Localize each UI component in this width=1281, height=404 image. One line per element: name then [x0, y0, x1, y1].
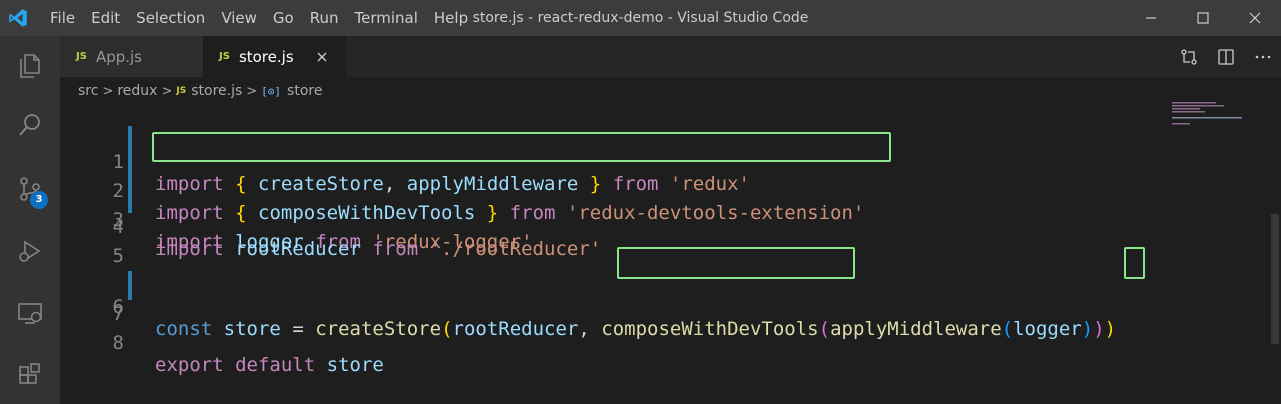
code-line: 3 import logger from 'redux-logger': [60, 162, 1160, 253]
tab-label: App.js: [95, 47, 142, 66]
variable-symbol-icon: [⊙]: [261, 84, 282, 98]
extensions-button[interactable]: [0, 348, 60, 402]
js-file-icon: JS: [76, 51, 87, 62]
chevron-right-icon: >: [246, 83, 258, 99]
code-line: 5: [60, 220, 1160, 267]
menu-bar: File Edit Selection View Go Run Terminal…: [42, 0, 476, 36]
title-bar: File Edit Selection View Go Run Terminal…: [0, 0, 1281, 36]
code-line: 1 import { createStore, applyMiddleware …: [60, 104, 1160, 195]
activity-bar: 3: [0, 36, 60, 404]
menu-help[interactable]: Help: [426, 0, 476, 36]
line-number: 8: [112, 332, 124, 354]
chevron-right-icon: >: [102, 83, 114, 99]
minimap[interactable]: [1170, 100, 1270, 130]
token-identifier: store: [326, 354, 384, 376]
remote-explorer-icon: [18, 303, 42, 324]
scrollbar-thumb[interactable]: [1271, 214, 1279, 344]
run-debug-button[interactable]: [0, 224, 60, 278]
breadcrumb-item-src[interactable]: src: [78, 83, 98, 99]
vscode-logo-icon: [0, 0, 36, 36]
tab-close-button[interactable]: [314, 49, 330, 65]
minimap-preview: [1172, 102, 1242, 125]
menu-go[interactable]: Go: [265, 0, 302, 36]
breadcrumb-item-symbol[interactable]: store: [287, 83, 322, 99]
explorer-button[interactable]: [0, 38, 60, 92]
breadcrumb: src > redux > JS store.js > [⊙] store: [78, 80, 322, 102]
menu-file[interactable]: File: [42, 0, 83, 36]
editor-actions: [1170, 36, 1281, 77]
compare-changes-icon: [1180, 48, 1197, 65]
menu-run[interactable]: Run: [302, 0, 347, 36]
extensions-icon: [19, 363, 40, 384]
js-file-icon: JS: [176, 86, 187, 96]
remote-explorer-button[interactable]: [0, 286, 60, 340]
search-view-button[interactable]: [0, 98, 60, 152]
close-window-button[interactable]: [1229, 0, 1281, 36]
split-editor-icon: [1217, 48, 1234, 65]
minimize-icon: [1146, 17, 1156, 19]
code-editor[interactable]: 1 import { createStore, applyMiddleware …: [60, 104, 1281, 404]
menu-terminal[interactable]: Terminal: [347, 0, 426, 36]
window-controls: [1125, 0, 1281, 36]
run-debug-icon: [19, 240, 41, 262]
open-changes-button[interactable]: [1170, 36, 1207, 77]
close-icon: [317, 52, 327, 61]
vertical-scrollbar[interactable]: [1269, 100, 1281, 404]
tab-bar: JS App.js JS store.js: [60, 36, 1281, 77]
code-line: 2 import { composeWithDevTools } from 'r…: [60, 133, 1160, 224]
close-icon: [1249, 12, 1261, 24]
chevron-right-icon: >: [161, 83, 173, 99]
tab-app-js[interactable]: JS App.js: [60, 36, 203, 77]
menu-selection[interactable]: Selection: [128, 0, 213, 36]
js-file-icon: JS: [219, 51, 230, 62]
menu-view[interactable]: View: [213, 0, 265, 36]
menu-edit[interactable]: Edit: [83, 0, 128, 36]
line-content: export default store: [155, 351, 384, 380]
files-icon: [20, 54, 40, 78]
token-keyword: export: [155, 354, 224, 376]
maximize-button[interactable]: [1177, 0, 1229, 36]
breadcrumb-item-file[interactable]: store.js: [191, 83, 242, 99]
breadcrumb-item-redux[interactable]: redux: [117, 83, 157, 99]
source-control-badge: 3: [30, 191, 48, 209]
code-line: 8 export default store: [60, 307, 1160, 376]
split-editor-button[interactable]: [1207, 36, 1244, 77]
code-line: 4 import rootReducer from './rootReducer…: [60, 191, 1160, 260]
ellipsis-icon: [1255, 55, 1270, 58]
more-actions-button[interactable]: [1244, 36, 1281, 77]
code-line: 6 const store = createStore(rootReducer,…: [60, 249, 1160, 340]
source-control-button[interactable]: 3: [0, 162, 60, 216]
search-icon: [19, 114, 40, 136]
minimize-button[interactable]: [1125, 0, 1177, 36]
tab-label: store.js: [238, 47, 294, 66]
maximize-icon: [1197, 12, 1209, 24]
token-keyword: default: [235, 354, 316, 376]
code-line: 7: [60, 278, 1160, 325]
tab-store-js[interactable]: JS store.js: [203, 36, 346, 77]
